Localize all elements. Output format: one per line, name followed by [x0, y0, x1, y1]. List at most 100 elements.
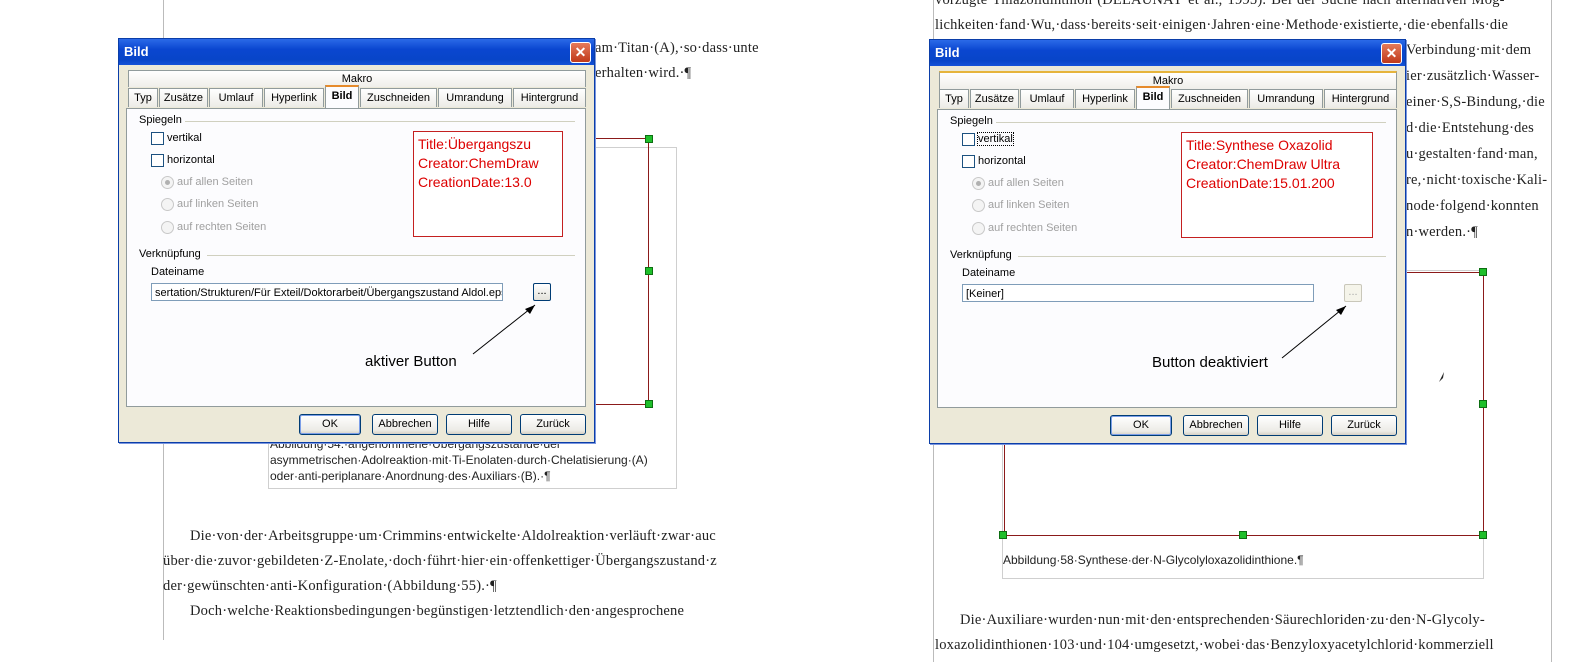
preview-title-line: Title:Übergangszu [418, 136, 532, 152]
preview-creator-line: Creator:ChemDraw Ultra [1186, 156, 1341, 172]
checkbox-vertical-label[interactable]: vertikal [167, 132, 202, 144]
doc-line: d·die·Entstehung·des [1406, 120, 1535, 136]
figure-caption-line: asymmetrischen·Adolreaktion·mit·Ti-Enola… [270, 453, 648, 467]
help-button[interactable]: Hilfe [1257, 415, 1323, 436]
tab-umlauf[interactable]: Umlauf [1020, 89, 1074, 108]
tab-zuschneiden[interactable]: Zuschneiden [360, 88, 437, 107]
filename-field[interactable]: sertation/Strukturen/Für Exteil/Doktorar… [151, 283, 503, 301]
radio-left-pages-label[interactable]: auf linken Seiten [177, 198, 258, 210]
dialog-titlebar[interactable]: Bild ✕ [119, 39, 594, 65]
radio-all-pages-label[interactable]: auf allen Seiten [177, 176, 253, 188]
radio-right-pages-label[interactable]: auf rechten Seiten [177, 221, 266, 233]
resize-handle[interactable] [645, 400, 653, 408]
image-dialog: Bild ✕ Makro Typ Zusätze Umlauf Hyperlin… [118, 38, 595, 443]
filename-field[interactable]: [Keiner] [962, 284, 1314, 302]
filename-label: Dateiname [151, 266, 205, 278]
close-icon: ✕ [574, 44, 587, 60]
doc-line: node·folgend·konnten [1406, 198, 1539, 214]
resize-handle[interactable] [999, 531, 1007, 539]
dialog-titlebar[interactable]: Bild ✕ [930, 40, 1405, 66]
doc-line: u·gestalten·fand·man, [1406, 146, 1538, 162]
page-margin-line [1551, 0, 1552, 662]
tab-umlauf[interactable]: Umlauf [209, 88, 263, 107]
ok-button[interactable]: OK [1110, 415, 1172, 436]
cancel-button[interactable]: Abbrechen [1183, 415, 1249, 436]
image-dialog: Bild ✕ Makro Typ Zusätze Umlauf Hyperlin… [929, 39, 1406, 444]
section-divider [185, 121, 575, 122]
checkbox-vertical-label[interactable]: vertikal [977, 132, 1014, 146]
doc-line: lichkeiten·fand·Wu,·dass·bereits·seit·ei… [935, 17, 1509, 33]
body-line: Die·Auxiliare·wurden·nun·mit·den·entspre… [960, 612, 1485, 628]
checkbox-vertical[interactable] [151, 132, 164, 145]
annotation-arrow [1281, 305, 1347, 359]
resize-handle[interactable] [645, 135, 653, 143]
checkbox-vertical[interactable] [962, 133, 975, 146]
annotation-arrow [472, 304, 536, 355]
radio-left-pages-label[interactable]: auf linken Seiten [988, 199, 1069, 211]
tab-hintergrund[interactable]: Hintergrund [513, 88, 586, 107]
cancel-button[interactable]: Abbrechen [372, 414, 438, 435]
radio-all-pages[interactable] [161, 176, 174, 189]
close-button[interactable]: ✕ [1381, 43, 1402, 64]
doc-line: einer·S,S-Bindung,·die [1406, 94, 1545, 110]
tab-umrandung[interactable]: Umrandung [438, 88, 512, 107]
resize-handle[interactable] [1479, 268, 1487, 276]
help-button[interactable]: Hilfe [446, 414, 512, 435]
tab-panel: Spiegeln vertikal horizontal auf allen S… [937, 109, 1397, 408]
resize-handle[interactable] [1479, 531, 1487, 539]
checkbox-horizontal[interactable] [151, 154, 164, 167]
close-button[interactable]: ✕ [570, 42, 591, 63]
tab-hyperlink[interactable]: Hyperlink [1075, 89, 1135, 108]
resize-handle[interactable] [1479, 400, 1487, 408]
doc-line: am·Titan·(A),·so·dass·unte [595, 40, 759, 56]
doc-line: n·werden.·¶ [1406, 224, 1478, 240]
tab-zusaetze[interactable]: Zusätze [970, 89, 1019, 108]
checkbox-horizontal[interactable] [962, 155, 975, 168]
tab-bild[interactable]: Bild [1136, 86, 1170, 109]
body-line: loxazolidinthionen·103·und·104·umgesetzt… [935, 637, 1494, 653]
image-selection-frame[interactable] [592, 138, 649, 405]
section-divider [996, 122, 1386, 123]
tab-zusaetze[interactable]: Zusätze [159, 88, 208, 107]
tab-panel: Spiegeln vertikal horizontal auf allen S… [126, 108, 586, 407]
tab-zuschneiden[interactable]: Zuschneiden [1171, 89, 1248, 108]
resize-handle[interactable] [1239, 531, 1247, 539]
radio-right-pages[interactable] [161, 221, 174, 234]
tab-row: Typ Zusätze Umlauf Hyperlink Bild Zuschn… [128, 85, 588, 108]
radio-right-pages-label[interactable]: auf rechten Seiten [988, 222, 1077, 234]
resize-handle[interactable] [645, 267, 653, 275]
section-divider [207, 255, 575, 256]
body-line: über·die·zuvor·gebildeten·Z-Enolate,·doc… [163, 553, 717, 569]
dialog-title: Bild [124, 44, 149, 59]
body-line: der·gewünschten·anti-Konfiguration·(Abbi… [163, 578, 497, 594]
image-preview: Title:Übergangszu Creator:ChemDraw Creat… [413, 131, 563, 237]
tab-hintergrund[interactable]: Hintergrund [1324, 89, 1397, 108]
doc-line: erhalten·wird.·¶ [595, 65, 692, 81]
filename-label: Dateiname [962, 267, 1016, 279]
section-divider [1018, 256, 1386, 257]
back-button[interactable]: Zurück [520, 414, 586, 435]
preview-title-line: Title:Synthese Oxazolid [1186, 137, 1333, 153]
radio-all-pages-label[interactable]: auf allen Seiten [988, 177, 1064, 189]
radio-all-pages[interactable] [972, 177, 985, 190]
section-label-spiegeln: Spiegeln [950, 115, 993, 127]
checkbox-horizontal-label[interactable]: horizontal [167, 154, 215, 166]
tab-umrandung[interactable]: Umrandung [1249, 89, 1323, 108]
tab-bild[interactable]: Bild [325, 85, 359, 108]
tab-hyperlink[interactable]: Hyperlink [264, 88, 324, 107]
annotation-label: Button deaktiviert [1152, 354, 1268, 371]
tab-typ[interactable]: Typ [128, 88, 158, 107]
checkbox-horizontal-label[interactable]: horizontal [978, 155, 1026, 167]
radio-left-pages[interactable] [161, 198, 174, 211]
tab-typ[interactable]: Typ [939, 89, 969, 108]
dialog-title: Bild [935, 45, 960, 60]
radio-right-pages[interactable] [972, 222, 985, 235]
ok-button[interactable]: OK [299, 414, 361, 435]
section-label-verknuepfung: Verknüpfung [950, 249, 1012, 261]
figure-caption: Abbildung·58·Synthese·der·N-Glycolyloxaz… [1003, 553, 1304, 567]
body-line: Die·von·der·Arbeitsgruppe·um·Crimmins·en… [190, 528, 716, 544]
preview-date-line: CreationDate:13.0 [418, 174, 532, 190]
back-button[interactable]: Zurück [1331, 415, 1397, 436]
radio-left-pages[interactable] [972, 199, 985, 212]
annotation-label: aktiver Button [365, 353, 457, 370]
